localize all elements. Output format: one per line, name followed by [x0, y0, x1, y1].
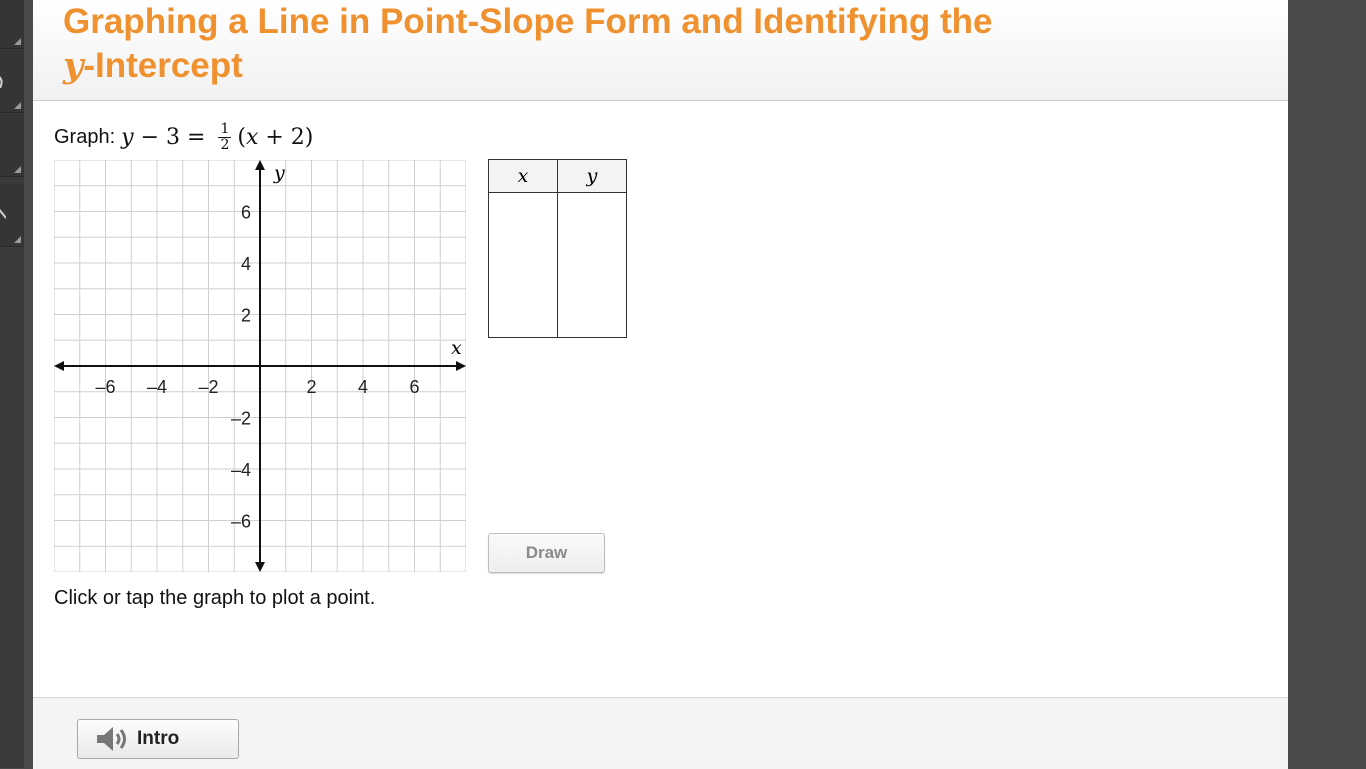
y-tick-label: 2 [241, 306, 251, 326]
x-axis-arrow-left [54, 361, 64, 371]
fraction-numerator: 1 [218, 121, 232, 138]
y-axis-label: y [273, 162, 285, 184]
coordinate-graph[interactable]: –6 –4 –2 2 4 6 6 4 2 –2 –4 –6 x y [54, 160, 466, 572]
y-tick-label: 6 [241, 203, 251, 223]
table-cell[interactable] [557, 289, 627, 338]
tool-button-1[interactable] [0, 0, 24, 49]
right-margin [1288, 0, 1366, 768]
expand-corner-icon [14, 102, 21, 109]
table-cell[interactable] [488, 241, 558, 289]
draw-button[interactable]: Draw [488, 533, 605, 573]
equation-lhs: − 3 = [133, 125, 213, 150]
title-text: Graphing a Line in Point-Slope Form and … [63, 2, 993, 41]
y-tick-label: 4 [241, 254, 251, 274]
speaker-icon [97, 727, 126, 751]
x-axis-label: x [451, 337, 462, 359]
intro-button-label: Intro [137, 728, 180, 749]
x-tick-label: 2 [306, 377, 316, 397]
equation-y-var: y [121, 125, 134, 150]
expand-corner-icon [14, 236, 21, 243]
x-tick-label: –6 [95, 377, 115, 397]
title-variable: y [63, 45, 84, 86]
problem-prompt: Graph: y − 3 = 1 2 ( x + 2) [54, 122, 313, 153]
lesson-panel: Graphing a Line in Point-Slope Form and … [33, 0, 1288, 769]
brush-icon [0, 208, 6, 219]
axes [54, 160, 466, 572]
left-toolbar [0, 0, 24, 768]
lesson-footer: Intro [33, 697, 1288, 769]
equation-fraction: 1 2 [218, 121, 232, 153]
intro-button[interactable]: Intro [77, 719, 239, 759]
prompt-label: Graph: [54, 126, 116, 148]
table-header-x: x [488, 159, 558, 193]
y-tick-label: –6 [231, 512, 251, 532]
fraction-denominator: 2 [220, 137, 230, 153]
pen-icon [0, 76, 3, 88]
tool-button-4[interactable] [0, 184, 24, 247]
y-axis-arrow-up [255, 160, 265, 170]
x-tick-label: –4 [147, 377, 167, 397]
expand-corner-icon [14, 166, 21, 173]
equation-paren: ( [237, 125, 246, 150]
table-cell[interactable] [557, 241, 627, 289]
lesson-header: Graphing a Line in Point-Slope Form and … [33, 0, 1288, 101]
expand-corner-icon [14, 38, 21, 45]
tool-button-2[interactable] [0, 50, 24, 113]
x-tick-label: 4 [358, 377, 368, 397]
equation: y − 3 = 1 2 ( x + 2) [121, 122, 313, 153]
equation-x-var: x [245, 125, 259, 150]
xy-table: x y [488, 159, 627, 338]
y-tick-label: –2 [231, 409, 251, 429]
title-text-end: -Intercept [83, 46, 243, 85]
table-cell[interactable] [488, 289, 558, 338]
x-axis-arrow-right [456, 361, 466, 371]
graph-hint: Click or tap the graph to plot a point. [54, 587, 376, 609]
equation-rhs: + 2) [258, 125, 314, 150]
x-tick-label: 6 [409, 377, 419, 397]
tool-button-3[interactable] [0, 114, 24, 177]
y-tick-label: –4 [231, 460, 251, 480]
y-axis-arrow-down [255, 562, 265, 572]
table-header-y: y [557, 159, 627, 193]
x-tick-label: –2 [198, 377, 218, 397]
table-cell[interactable] [488, 192, 558, 241]
page-title: Graphing a Line in Point-Slope Form and … [63, 0, 1163, 88]
table-cell[interactable] [557, 192, 627, 241]
